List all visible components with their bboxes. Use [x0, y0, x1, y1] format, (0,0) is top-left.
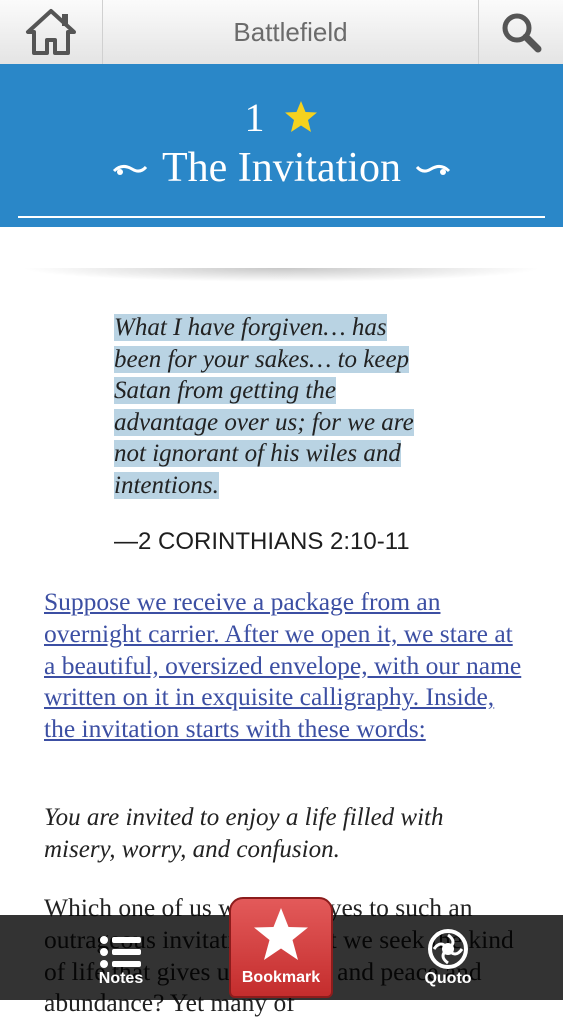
chapter-header: 1 The Invitation [0, 64, 563, 227]
epigraph-line: advantage over us; for we are [114, 408, 414, 436]
flourish-left-icon [112, 164, 148, 175]
search-button[interactable] [478, 0, 563, 64]
notes-icon [100, 936, 141, 968]
epigraph-line: What I have forgiven… has [114, 314, 387, 341]
bookmark-button[interactable]: Bookmark [229, 897, 333, 998]
quoto-label: Quoto [424, 970, 472, 987]
search-icon [502, 13, 542, 53]
bookmark-label: Bookmark [241, 969, 321, 986]
home-icon [26, 9, 76, 55]
chapter-number: 1 [244, 94, 265, 140]
star-icon[interactable] [283, 99, 319, 135]
invitation-quote: You are invited to enjoy a life filled w… [44, 804, 444, 863]
bookmark-star-icon [254, 908, 308, 960]
epigraph-line: been for your sakes… to keep [114, 345, 410, 373]
quoto-button[interactable]: Quoto [393, 915, 503, 1000]
home-button[interactable] [0, 0, 103, 64]
chapter-divider [18, 216, 545, 218]
chapter-title: The Invitation [161, 145, 402, 191]
top-bar: Battlefield [0, 0, 563, 65]
epigraph-line: not ignorant of his wiles and [114, 440, 401, 467]
scripture-reference: —2 CORINTHIANS 2:10-11 [114, 528, 410, 555]
epigraph-line: Satan from getting the [114, 377, 336, 404]
epigraph[interactable]: What I have forgiven… has been for your … [114, 312, 434, 501]
flourish-right-icon [415, 164, 451, 175]
annotated-paragraph-link[interactable]: Suppose we receive a package from an ove… [44, 586, 524, 745]
book-title: Battlefield [233, 16, 348, 47]
section-shadow [20, 268, 543, 282]
notes-label: Notes [98, 970, 144, 987]
quoto-icon [428, 929, 468, 969]
notes-button[interactable]: Notes [66, 915, 176, 1000]
epigraph-line: intentions. [114, 471, 219, 499]
